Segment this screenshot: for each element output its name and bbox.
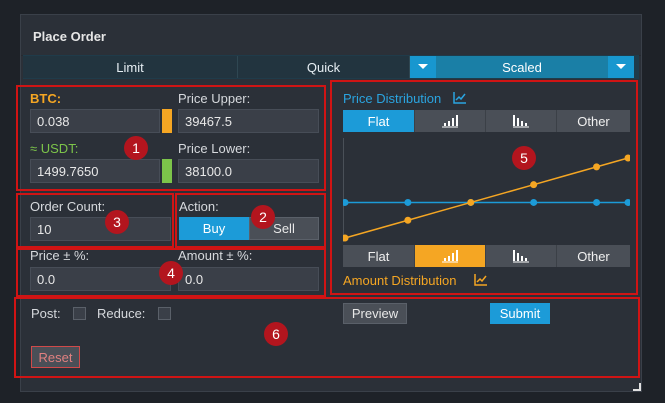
amount-point-6 bbox=[530, 181, 538, 189]
distribution-chart bbox=[343, 138, 630, 242]
panel-header: Place Order bbox=[21, 15, 641, 56]
btc-slider-handle[interactable] bbox=[162, 109, 172, 133]
amount-distribution-selector: Flat Other bbox=[343, 245, 630, 267]
amount-point-0 bbox=[343, 234, 349, 242]
line-chart-icon bbox=[453, 92, 466, 104]
amount-dist-ramp-down[interactable] bbox=[486, 245, 557, 267]
price-upper-label: Price Upper: bbox=[178, 91, 251, 106]
preview-button[interactable]: Preview bbox=[343, 303, 407, 324]
amount-point-9 bbox=[624, 154, 630, 162]
price-pct-input[interactable]: 0.0 bbox=[30, 267, 171, 291]
annotation-marker-4: 4 bbox=[159, 261, 183, 285]
annotation-marker-6: 6 bbox=[264, 322, 288, 346]
price-point-6 bbox=[530, 198, 538, 206]
price-dist-other[interactable]: Other bbox=[557, 110, 630, 132]
amount-dist-ramp-up[interactable] bbox=[415, 245, 486, 267]
price-point-9 bbox=[624, 198, 630, 206]
annotation-marker-3: 3 bbox=[105, 210, 129, 234]
price-point-8 bbox=[593, 198, 601, 206]
price-dist-ramp-up[interactable] bbox=[415, 110, 486, 132]
price-dist-ramp-down[interactable] bbox=[486, 110, 557, 132]
amount-dist-flat[interactable]: Flat bbox=[343, 245, 415, 267]
price-point-0 bbox=[343, 198, 349, 206]
resize-grip-icon[interactable] bbox=[633, 383, 641, 391]
amount-point-8 bbox=[593, 163, 601, 171]
post-checkbox[interactable] bbox=[73, 307, 86, 320]
ramp-up-icon bbox=[442, 115, 458, 128]
usdt-slider-handle[interactable] bbox=[162, 159, 172, 183]
amount-distribution-line bbox=[344, 157, 629, 239]
annotation-marker-1: 1 bbox=[124, 136, 148, 160]
line-chart-icon bbox=[474, 274, 487, 286]
reset-button[interactable]: Reset bbox=[31, 346, 80, 368]
submit-button[interactable]: Submit bbox=[490, 303, 550, 324]
price-dist-flat[interactable]: Flat bbox=[343, 110, 415, 132]
ramp-down-icon bbox=[513, 115, 529, 128]
tab-limit[interactable]: Limit bbox=[23, 56, 238, 78]
chevron-down-icon bbox=[616, 64, 626, 69]
price-distribution-label: Price Distribution bbox=[343, 91, 442, 106]
action-label: Action: bbox=[179, 199, 219, 214]
reduce-checkbox[interactable] bbox=[158, 307, 171, 320]
btc-amount-input[interactable]: 0.038 bbox=[30, 109, 160, 133]
amount-point-2 bbox=[404, 216, 412, 224]
amount-point-4 bbox=[467, 198, 475, 206]
price-lower-input[interactable]: 38100.0 bbox=[178, 159, 319, 183]
btc-label: BTC: bbox=[30, 91, 62, 106]
chevron-down-icon bbox=[418, 64, 428, 69]
reduce-label: Reduce: bbox=[97, 306, 146, 321]
order-count-label: Order Count: bbox=[30, 199, 106, 214]
amount-dist-other[interactable]: Other bbox=[557, 245, 630, 267]
annotation-marker-2: 2 bbox=[251, 205, 275, 229]
ramp-down-icon bbox=[513, 250, 529, 263]
price-lower-label: Price Lower: bbox=[178, 141, 251, 156]
usdt-amount-input[interactable]: 1499.7650 bbox=[30, 159, 160, 183]
post-label: Post: bbox=[31, 306, 61, 321]
quick-dropdown-button[interactable] bbox=[410, 56, 436, 78]
scaled-dropdown-button[interactable] bbox=[608, 56, 634, 78]
annotation-marker-5: 5 bbox=[512, 146, 536, 170]
panel-title: Place Order bbox=[33, 29, 106, 44]
price-pct-label: Price ± %: bbox=[30, 248, 90, 263]
price-point-2 bbox=[404, 198, 412, 206]
order-type-tabs: Limit Quick Scaled bbox=[23, 55, 639, 79]
usdt-label: ≈ USDT: bbox=[30, 141, 79, 156]
amount-pct-input[interactable]: 0.0 bbox=[178, 267, 319, 291]
tab-scaled[interactable]: Scaled bbox=[436, 56, 608, 78]
order-count-input[interactable]: 10 bbox=[30, 217, 171, 241]
amount-distribution-label: Amount Distribution bbox=[343, 273, 457, 288]
price-distribution-selector: Flat Other bbox=[343, 110, 630, 132]
ramp-up-icon bbox=[442, 250, 458, 263]
amount-pct-label: Amount ± %: bbox=[178, 248, 253, 263]
price-upper-input[interactable]: 39467.5 bbox=[178, 109, 319, 133]
buy-button[interactable]: Buy bbox=[179, 217, 249, 240]
tab-quick[interactable]: Quick bbox=[238, 56, 410, 78]
